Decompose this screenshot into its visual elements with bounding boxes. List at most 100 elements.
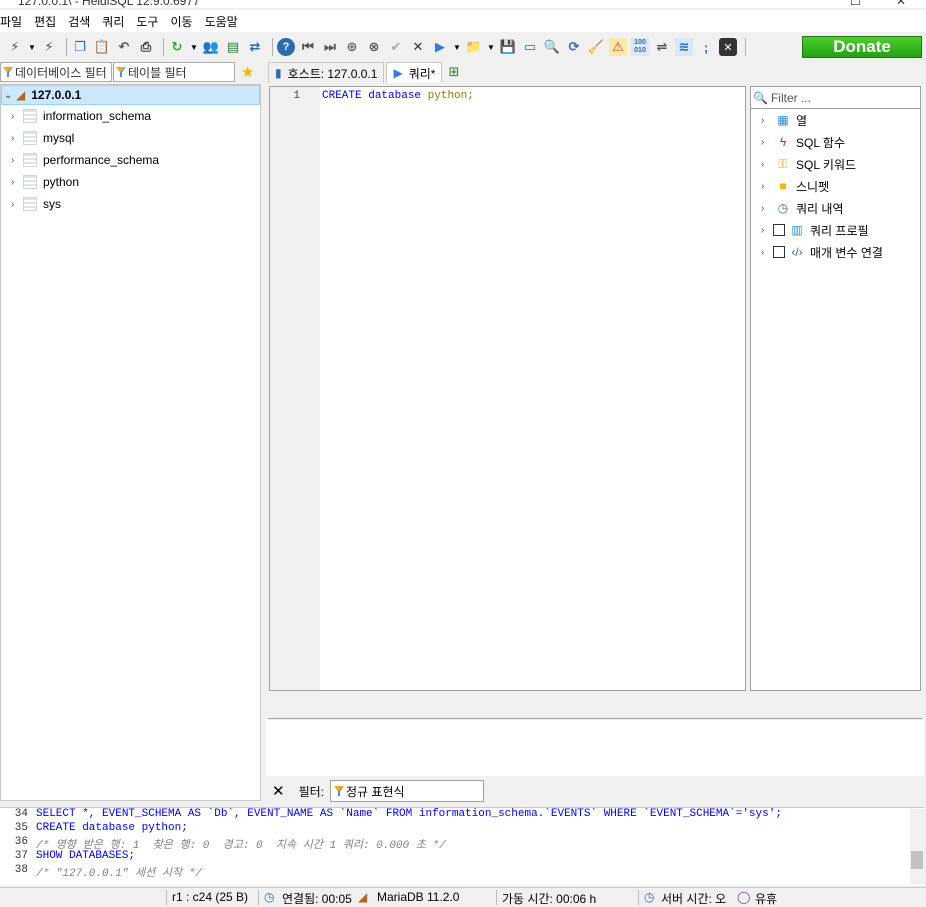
tree-item-sys[interactable]: › sys bbox=[1, 193, 260, 215]
chevron-down-icon[interactable]: ▼ bbox=[190, 38, 198, 56]
table-filter-input[interactable]: 테이블 필터 bbox=[113, 62, 235, 82]
transfer-icon[interactable]: ⇄ bbox=[246, 38, 264, 56]
filter-label: 필터: bbox=[298, 784, 324, 799]
main-tabs: ▮ 호스트: 127.0.0.1 ▶ 쿼리* ⊞ bbox=[268, 61, 926, 83]
scrollbar-thumb[interactable] bbox=[911, 851, 923, 869]
chevron-right-icon[interactable]: › bbox=[11, 133, 23, 144]
chevron-right-icon[interactable]: › bbox=[761, 137, 773, 148]
cancel-icon[interactable]: ✕ bbox=[409, 38, 427, 56]
apply-icon[interactable]: ✔ bbox=[387, 38, 405, 56]
search-icon[interactable]: 🔍 bbox=[543, 38, 561, 56]
chevron-right-icon[interactable]: › bbox=[11, 155, 23, 166]
chevron-right-icon[interactable]: › bbox=[761, 159, 773, 170]
chevron-right-icon[interactable]: › bbox=[11, 199, 23, 210]
status-bar: r1 : c24 (25 B) ◷ 연결됨: 00:05 ◢ MariaDB 1… bbox=[0, 887, 926, 906]
export-csv-icon[interactable]: ▤ bbox=[224, 38, 242, 56]
connect-icon[interactable]: ⚡ bbox=[6, 38, 24, 56]
helper-item-query-profile[interactable]: › ▥ 쿼리 프로필 bbox=[751, 219, 920, 241]
insert-row-icon[interactable]: ⊕ bbox=[343, 38, 361, 56]
editor-splitter[interactable] bbox=[268, 693, 922, 719]
tree-item-information-schema[interactable]: › information_schema bbox=[1, 105, 260, 127]
helper-item-bind-params[interactable]: › ‹/› 매개 변수 연결 bbox=[751, 241, 920, 263]
database-filter-input[interactable]: 데이터베이스 필터 bbox=[0, 62, 112, 82]
menu-edit[interactable]: 편집 bbox=[34, 13, 62, 30]
bind-params-checkbox[interactable] bbox=[773, 246, 785, 258]
tree-item-mysql[interactable]: › mysql bbox=[1, 127, 260, 149]
database-icon bbox=[23, 109, 37, 123]
database-icon bbox=[23, 197, 37, 211]
restore-button[interactable]: ☐ bbox=[850, 0, 861, 8]
chevron-right-icon[interactable]: › bbox=[761, 181, 773, 192]
clock-icon: ◷ bbox=[777, 201, 789, 215]
delete-row-icon[interactable]: ⊗ bbox=[365, 38, 383, 56]
open-folder-icon[interactable]: 📁 bbox=[465, 38, 483, 56]
menu-tools[interactable]: 도구 bbox=[136, 13, 164, 30]
run-icon[interactable]: ▶ bbox=[431, 38, 449, 56]
title-bar: 127.0.0.1\ - HeidiSQL 12.9.0.6977 ☐ ✕ bbox=[0, 0, 926, 8]
chevron-right-icon[interactable]: › bbox=[761, 203, 773, 214]
sql-editor[interactable]: 1 CREATE database python; bbox=[269, 86, 746, 691]
warning-icon[interactable]: ⚠ bbox=[609, 38, 627, 56]
menu-file[interactable]: 파일 bbox=[0, 13, 28, 30]
helper-item-sql-keywords[interactable]: › ⚿ SQL 키워드 bbox=[751, 153, 920, 175]
database-icon bbox=[23, 175, 37, 189]
close-button[interactable]: ✕ bbox=[896, 0, 906, 8]
replace-icon[interactable]: ⟳ bbox=[565, 38, 583, 56]
clear-icon[interactable]: 🧹 bbox=[587, 38, 605, 56]
save-icon[interactable]: 💾 bbox=[499, 38, 517, 56]
tab-host[interactable]: ▮ 호스트: 127.0.0.1 bbox=[268, 62, 385, 83]
copy-icon[interactable]: ❐ bbox=[71, 38, 89, 56]
filter-icon bbox=[334, 786, 344, 796]
semicolon-icon[interactable]: ; bbox=[697, 38, 715, 56]
tree-root-host[interactable]: ⌄ ◢ 127.0.0.1 bbox=[1, 85, 260, 105]
new-query-tab-icon[interactable]: ⊞ bbox=[448, 64, 459, 80]
menu-help[interactable]: 도움말 bbox=[205, 13, 244, 30]
close-tab-icon[interactable]: ✕ bbox=[719, 38, 737, 56]
chevron-down-icon[interactable]: ▼ bbox=[453, 38, 461, 56]
menu-query[interactable]: 쿼리 bbox=[102, 13, 130, 30]
helper-item-sql-functions[interactable]: › ϟ SQL 함수 bbox=[751, 131, 920, 153]
user-manager-icon[interactable]: 👥 bbox=[202, 38, 220, 56]
query-profile-checkbox[interactable] bbox=[773, 224, 785, 236]
toolbar-separator bbox=[163, 38, 164, 56]
status-connected: 연결됨: 00:05 bbox=[282, 892, 352, 906]
first-icon[interactable]: ⏮ bbox=[299, 38, 317, 56]
tree-item-python[interactable]: › python bbox=[1, 171, 260, 193]
paste-icon[interactable]: 📋 bbox=[93, 38, 111, 56]
undo-icon[interactable]: ↶ bbox=[115, 38, 133, 56]
disconnect-icon[interactable]: ⚡ bbox=[40, 38, 58, 56]
binary-icon[interactable]: 100 010 bbox=[631, 38, 649, 56]
tree-item-performance-schema[interactable]: › performance_schema bbox=[1, 149, 260, 171]
chevron-right-icon[interactable]: › bbox=[761, 247, 773, 258]
helper-filter-input[interactable]: 🔍 Filter ... bbox=[751, 87, 920, 109]
helper-item-snippets[interactable]: › ■ 스니펫 bbox=[751, 175, 920, 197]
result-filter-input[interactable]: 정규 표현식 bbox=[330, 780, 484, 802]
close-filter-icon[interactable]: ✕ bbox=[272, 782, 285, 800]
chevron-down-icon[interactable]: ⌄ bbox=[4, 90, 16, 101]
menu-search[interactable]: 검색 bbox=[68, 13, 96, 30]
code-icon: ‹/› bbox=[791, 245, 803, 259]
star-icon[interactable]: ★ bbox=[241, 63, 254, 81]
tab-query[interactable]: ▶ 쿼리* bbox=[386, 62, 443, 83]
save-as-icon[interactable]: ▭ bbox=[521, 38, 539, 56]
chevron-right-icon[interactable]: › bbox=[11, 111, 23, 122]
refresh-icon[interactable]: ↻ bbox=[168, 38, 186, 56]
format-icon[interactable]: ≋ bbox=[675, 38, 693, 56]
chevron-right-icon[interactable]: › bbox=[11, 177, 23, 188]
clock-icon: ◷ bbox=[264, 890, 275, 904]
run-icon: ▶ bbox=[393, 66, 403, 80]
wrap-icon[interactable]: ⇌ bbox=[653, 38, 671, 56]
chevron-right-icon[interactable]: › bbox=[761, 115, 773, 126]
chevron-down-icon[interactable]: ▼ bbox=[487, 38, 495, 56]
print-icon[interactable]: ⎙ bbox=[137, 38, 155, 56]
donate-button[interactable]: Donate bbox=[802, 36, 922, 58]
helper-item-columns[interactable]: › ▦ 열 bbox=[751, 109, 920, 131]
help-icon[interactable]: ? bbox=[277, 38, 295, 56]
chevron-right-icon[interactable]: › bbox=[761, 225, 773, 236]
last-icon[interactable]: ⏭ bbox=[321, 38, 339, 56]
helper-item-query-history[interactable]: › ◷ 쿼리 내역 bbox=[751, 197, 920, 219]
chevron-down-icon[interactable]: ▼ bbox=[28, 38, 36, 56]
log-scrollbar[interactable] bbox=[910, 809, 924, 884]
menu-go[interactable]: 이동 bbox=[170, 13, 198, 30]
dolphin-icon: ◢ bbox=[16, 88, 26, 102]
